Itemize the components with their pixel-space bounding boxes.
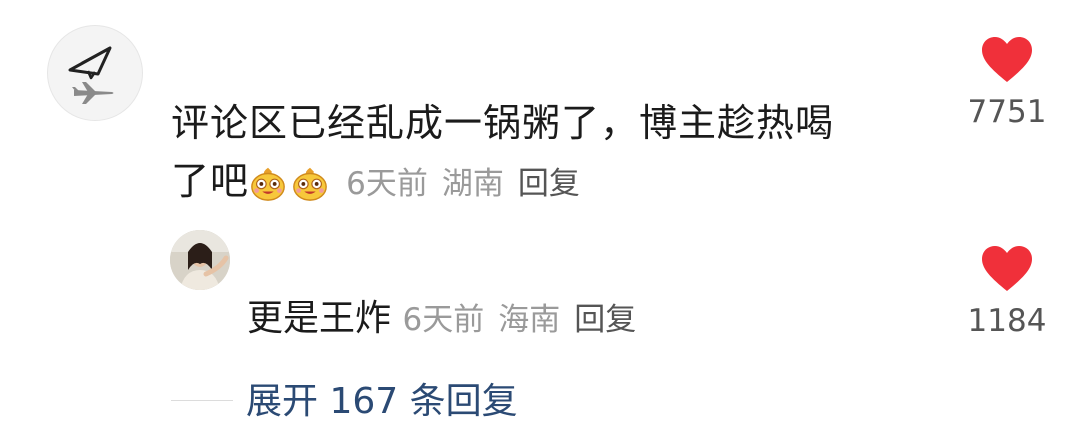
heart-icon[interactable] <box>981 245 1033 293</box>
reply-body: 更是王炸 6天前 海南 回复 <box>247 290 650 349</box>
comment-body: 评论区已经乱成一锅粥了，博主趁热喝 了吧 6天前 湖南 回复 <box>171 94 911 213</box>
paper-plane-icon <box>68 46 114 104</box>
comment-meta: 6天前 湖南 回复 <box>346 166 594 202</box>
gold-coin-face-emoji-icon <box>251 167 285 201</box>
comment-like[interactable]: 7751 <box>962 36 1052 130</box>
comment-text-line2-row: 了吧 6天前 湖南 回复 <box>171 152 911 213</box>
comment-text-line2: 了吧 <box>171 159 250 203</box>
comment-like-count: 7751 <box>967 94 1047 130</box>
comment-time: 6天前 <box>346 166 428 202</box>
commenter-avatar[interactable] <box>47 25 143 121</box>
reply-avatar[interactable] <box>170 230 230 290</box>
gold-coin-face-emoji-icon <box>293 167 327 201</box>
expand-divider <box>171 400 233 401</box>
reply-like[interactable]: 1184 <box>962 245 1052 339</box>
reply-avatar-photo <box>170 230 230 290</box>
reply-time: 6天前 <box>402 302 485 338</box>
comment-reply-button[interactable]: 回复 <box>518 166 580 202</box>
reply-meta: 6天前 海南 回复 <box>402 302 650 338</box>
expand-replies-button[interactable]: 展开 167 条回复 <box>246 372 518 424</box>
comment-location: 湖南 <box>441 166 504 202</box>
heart-icon[interactable] <box>981 36 1033 84</box>
comment-text-line1: 评论区已经乱成一锅粥了，博主趁热喝 <box>171 101 835 145</box>
reply-reply-button[interactable]: 回复 <box>574 302 636 338</box>
reply-text: 更是王炸 <box>247 298 392 339</box>
reply-like-count: 1184 <box>967 303 1047 339</box>
reply-location: 海南 <box>498 302 561 338</box>
